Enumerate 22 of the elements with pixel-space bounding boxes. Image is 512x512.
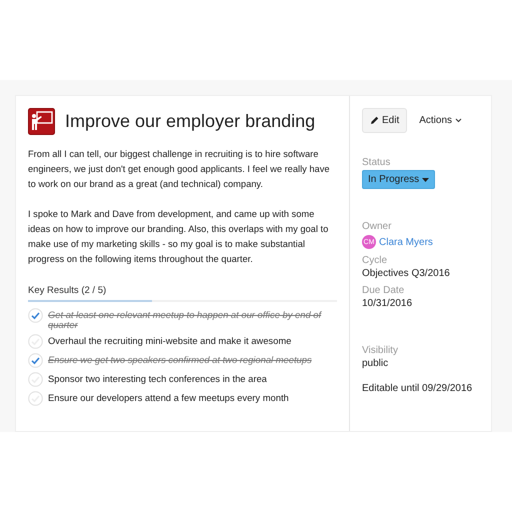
- field-label: Visibility: [362, 345, 399, 356]
- field-label: Due Date: [362, 285, 406, 296]
- key-results-heading: Key Results (2 / 5): [28, 285, 108, 296]
- field-label: Cycle: [362, 255, 388, 266]
- edit-button[interactable]: Edit: [362, 108, 408, 133]
- field-label: Status: [362, 157, 392, 168]
- owner-link[interactable]: Clara Myers: [379, 236, 433, 248]
- key-result-text: Get at least one relevant meetup to happen at our office by end of quarter: [48, 308, 323, 330]
- actions-button[interactable]: Actions: [419, 115, 462, 126]
- description-paragraph: I spoke to Mark and Dave from development, and came up with some ideas on how to improve our branding. Also, this overlaps with my goal to make use of my marketing skills - so my goal is to make substantial progress on the following items throughout the quarter.: [28, 208, 330, 266]
- description-paragraph: From all I can tell, our biggest challenge in recruiting is to hire software engineers, we just don't get enough good applicants. I feel we really have to work on our brand as a great (and technical) company.: [28, 148, 331, 191]
- key-result-text: Overhaul the recruiting mini-website and make it awesome: [48, 334, 292, 346]
- editable-until-text: Editable until 09/29/2016: [362, 383, 474, 394]
- field-value: 10/31/2016: [362, 298, 414, 309]
- field-value: public: [362, 358, 390, 369]
- key-result-text: Sponsor two interesting tech conferences in the area: [48, 372, 267, 384]
- field-label: Owner: [362, 221, 392, 232]
- objective-title: Improve our employer branding: [65, 111, 316, 132]
- field-value: Objectives Q3/2016: [362, 268, 451, 279]
- key-result-text: Ensure we get two speakers confirmed at two regional meetups: [48, 353, 312, 365]
- status-dropdown[interactable]: In Progress: [362, 170, 436, 189]
- key-result-text: Ensure our developers attend a few meetups every month: [48, 391, 289, 403]
